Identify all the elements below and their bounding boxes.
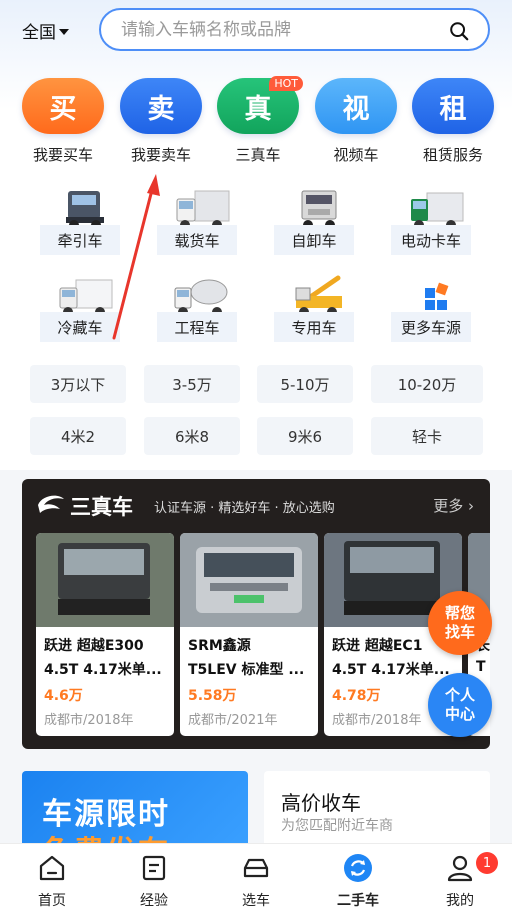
- sell-icon: 卖: [120, 78, 202, 134]
- free-publish-banner[interactable]: 车源限时 免费发布: [22, 771, 248, 851]
- tab-used-car[interactable]: 二手车: [318, 844, 398, 911]
- car-photo-icon: [36, 533, 174, 627]
- tab-home[interactable]: 首页: [12, 844, 92, 911]
- caret-down-icon: [59, 28, 69, 35]
- tab-label: 我的: [446, 893, 474, 909]
- sanzhen-icon: 真 HOT: [217, 76, 303, 134]
- vehicle-type-label: 自卸车: [274, 225, 354, 255]
- vehicle-type-label: 更多车源: [391, 312, 471, 342]
- buy-back-banner[interactable]: 高价收车 为您匹配附近车商: [264, 771, 490, 851]
- search-icon[interactable]: [448, 20, 470, 42]
- car-meta: 成都市/2018年: [332, 713, 422, 728]
- length-chip[interactable]: 4米2: [30, 417, 126, 455]
- personal-center-button[interactable]: 个人中心: [428, 673, 492, 737]
- price-chip[interactable]: 5-10万: [257, 365, 353, 403]
- city-label: 全国: [22, 23, 56, 43]
- vehicle-type-electric[interactable]: 电动卡车: [391, 187, 481, 267]
- vehicle-type-label: 冷藏车: [40, 312, 120, 342]
- used-car-icon: [344, 854, 372, 882]
- tab-experience[interactable]: 经验: [114, 844, 194, 911]
- vehicle-type-more[interactable]: 更多车源: [391, 274, 481, 354]
- tab-label: 首页: [38, 893, 66, 909]
- car-card[interactable]: 跃进 超越E300 4.5T 4.17米单... 4.6万 成都市/2018年: [36, 533, 174, 736]
- user-icon: [447, 855, 473, 882]
- category-label: 我要买车: [32, 146, 93, 164]
- car-photo-icon: [180, 533, 318, 627]
- sanzhen-more-link[interactable]: 更多 ›: [433, 495, 474, 516]
- car-spec: T5LEV 标准型 ...: [188, 662, 305, 678]
- rent-icon: 租: [412, 78, 494, 134]
- car-name: 跃进 超越E300: [44, 638, 144, 654]
- car-price: 4.6万: [44, 688, 83, 704]
- vehicle-type-special[interactable]: 专用车: [274, 274, 364, 354]
- vehicle-type-dump[interactable]: 自卸车: [274, 187, 364, 267]
- vehicle-type-label: 电动卡车: [391, 225, 471, 255]
- length-chip[interactable]: 9米6: [257, 417, 353, 455]
- buy-icon: 买: [22, 78, 104, 134]
- promo-subtitle: 为您匹配附近车商: [281, 818, 393, 834]
- car-price: 4.78万: [332, 688, 381, 704]
- sanzhen-subtitle: 认证车源 · 精选好车 · 放心选购: [154, 501, 335, 516]
- car-meta: 成都市/2018年: [44, 713, 134, 728]
- promo-title: 高价收车: [281, 791, 361, 815]
- car-select-icon: [243, 858, 269, 878]
- category-label: 三真车: [235, 146, 281, 164]
- category-label: 我要卖车: [130, 146, 191, 164]
- category-sanzhen[interactable]: 真 HOT 三真车: [216, 76, 303, 165]
- sanzhen-logo-icon: [38, 495, 64, 513]
- notebook-icon: [142, 855, 166, 881]
- hot-badge: HOT: [269, 76, 303, 91]
- search-input[interactable]: [121, 20, 441, 40]
- tab-label: 经验: [140, 893, 168, 909]
- price-chip[interactable]: 3-5万: [144, 365, 240, 403]
- sanzhen-section: 三真车 认证车源 · 精选好车 · 放心选购 更多 › 跃进 超越E300 4.…: [22, 479, 490, 749]
- length-chip[interactable]: 6米8: [144, 417, 240, 455]
- car-spec: T: [476, 659, 486, 675]
- sanzhen-title: 三真车: [70, 495, 133, 519]
- category-label: 租赁服务: [422, 146, 483, 164]
- car-spec: 4.5T 4.17米单...: [44, 662, 162, 678]
- car-name: SRM鑫源: [188, 638, 251, 654]
- vehicle-type-tractor[interactable]: 牵引车: [40, 187, 130, 267]
- vehicle-type-label: 牵引车: [40, 225, 120, 255]
- category-buy[interactable]: 买 我要买车: [21, 78, 105, 165]
- city-selector[interactable]: 全国: [22, 18, 69, 43]
- category-label: 视频车: [333, 146, 379, 164]
- vehicle-type-cargo[interactable]: 载货车: [157, 187, 247, 267]
- vehicle-type-label: 工程车: [157, 312, 237, 342]
- car-spec: 4.5T 4.17米单...: [332, 662, 450, 678]
- category-rent[interactable]: 租 租赁服务: [411, 78, 495, 165]
- tab-label: 选车: [242, 893, 270, 909]
- vehicle-type-label: 载货车: [157, 225, 237, 255]
- header: 全国: [0, 0, 512, 60]
- home-icon: [39, 855, 65, 881]
- tab-bar: 首页 经验 选车 二手车 我的: [0, 843, 512, 911]
- notification-badge: 1: [476, 852, 498, 874]
- price-chip[interactable]: 10-20万: [371, 365, 483, 403]
- tab-label: 二手车: [337, 893, 379, 909]
- car-price: 5.58万: [188, 688, 237, 704]
- video-icon: 视: [315, 78, 397, 134]
- search-bar[interactable]: [99, 8, 490, 51]
- vehicle-type-engineering[interactable]: 工程车: [157, 274, 247, 354]
- category-sell[interactable]: 卖 我要卖车: [119, 78, 203, 165]
- vehicle-type-refrigerated[interactable]: 冷藏车: [40, 274, 130, 354]
- find-car-button[interactable]: 帮您找车: [428, 591, 492, 655]
- length-chip[interactable]: 轻卡: [371, 417, 483, 455]
- car-meta: 成都市/2021年: [188, 713, 278, 728]
- vehicle-type-label: 专用车: [274, 312, 354, 342]
- category-video[interactable]: 视 视频车: [314, 78, 398, 165]
- tab-select-car[interactable]: 选车: [216, 844, 296, 911]
- car-card[interactable]: SRM鑫源 T5LEV 标准型 ... 5.58万 成都市/2021年: [180, 533, 318, 736]
- price-chip[interactable]: 3万以下: [30, 365, 126, 403]
